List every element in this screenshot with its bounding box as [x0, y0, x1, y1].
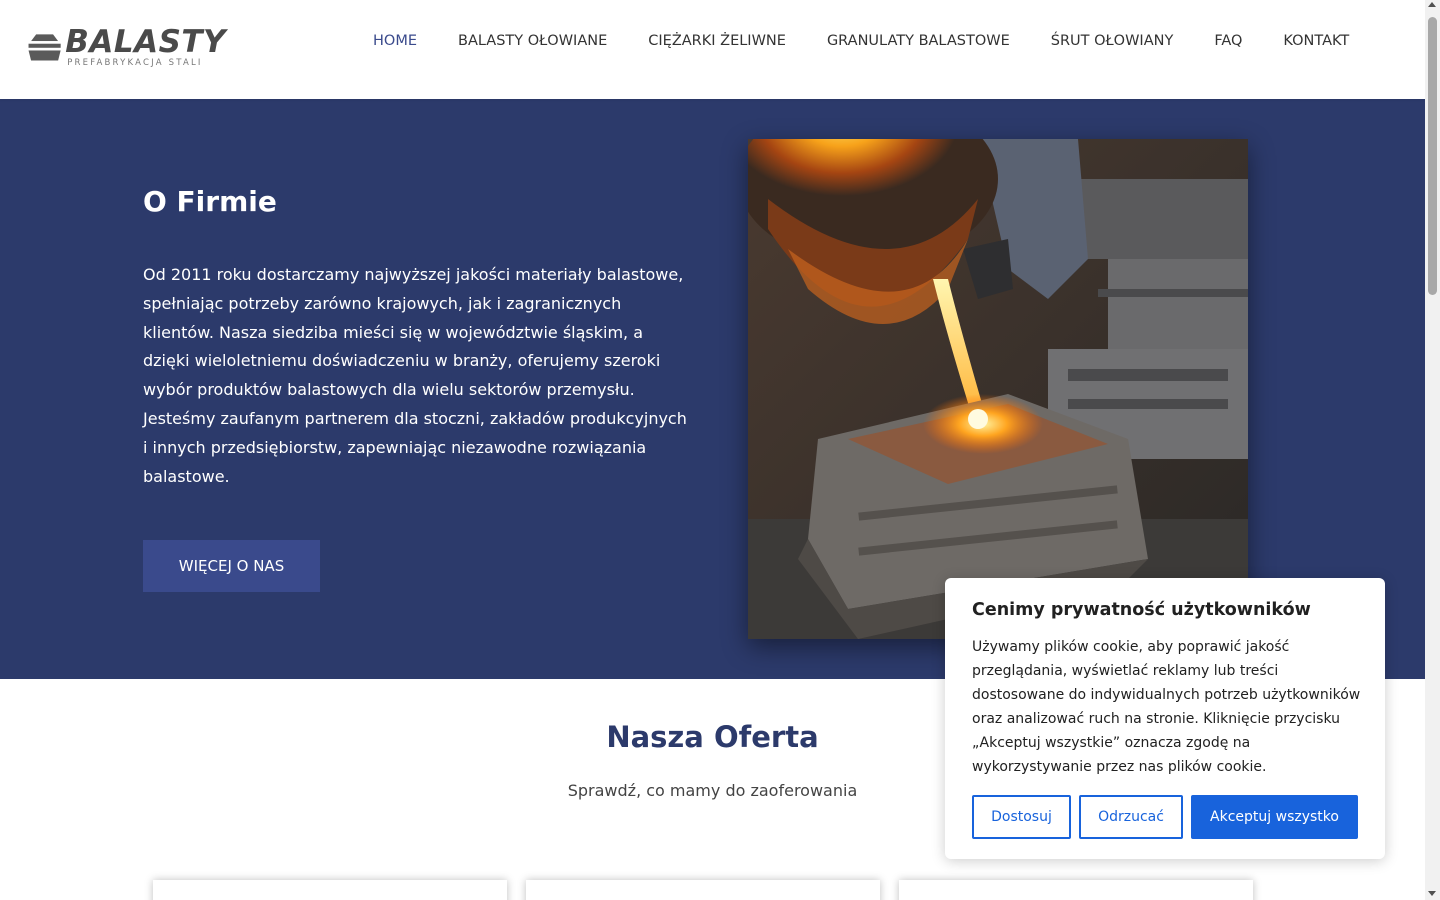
nav-item-balasty-olowiane[interactable]: BALASTY OŁOWIANE: [458, 33, 607, 49]
cookie-banner-text: Używamy plików cookie, aby poprawić jako…: [972, 639, 1361, 775]
nav-item-home[interactable]: HOME: [373, 33, 417, 49]
site-header: BALASTY PREFABRYKACJA STALI HOME BALASTY…: [0, 0, 1425, 99]
nav-item-srut-olowiany[interactable]: ŚRUT OŁOWIANY: [1051, 33, 1174, 49]
logo-tagline: PREFABRYKACJA STALI: [67, 57, 203, 68]
scrollbar-thumb[interactable]: [1428, 17, 1437, 295]
about-title: O Firmie: [143, 185, 277, 218]
nav-item-ciezarki-zeliwne[interactable]: CIĘŻARKI ŻELIWNE: [648, 33, 786, 49]
scroll-up-arrow-icon[interactable]: [1428, 2, 1436, 7]
offer-card[interactable]: [526, 880, 880, 900]
foundry-pouring-image: [748, 139, 1248, 639]
nav-item-kontakt[interactable]: KONTAKT: [1283, 33, 1349, 49]
cookie-banner-title: Cenimy prywatność użytkowników: [972, 600, 1311, 620]
more-about-us-button[interactable]: WIĘCEJ O NAS: [143, 540, 320, 592]
cookie-consent-banner: Cenimy prywatność użytkowników Używamy p…: [945, 578, 1385, 859]
scroll-down-arrow-icon[interactable]: [1428, 891, 1436, 896]
offer-card[interactable]: [153, 880, 507, 900]
main-nav: HOME BALASTY OŁOWIANE CIĘŻARKI ŻELIWNE G…: [373, 33, 1349, 49]
cookie-accept-all-button[interactable]: Akceptuj wszystko: [1191, 795, 1358, 839]
about-description: Od 2011 roku dostarczamy najwyższej jako…: [143, 265, 687, 486]
page-scrollbar[interactable]: [1425, 0, 1440, 900]
cookie-reject-button[interactable]: Odrzucać: [1079, 795, 1183, 839]
nav-item-granulaty-balastowe[interactable]: GRANULATY BALASTOWE: [827, 33, 1010, 49]
site-logo[interactable]: BALASTY PREFABRYKACJA STALI: [26, 26, 226, 68]
logo-weight-icon: [28, 34, 61, 61]
offer-card[interactable]: [899, 880, 1253, 900]
cookie-customize-button[interactable]: Dostosuj: [972, 795, 1071, 839]
logo-name: BALASTY: [65, 23, 226, 60]
nav-item-faq[interactable]: FAQ: [1214, 33, 1242, 49]
